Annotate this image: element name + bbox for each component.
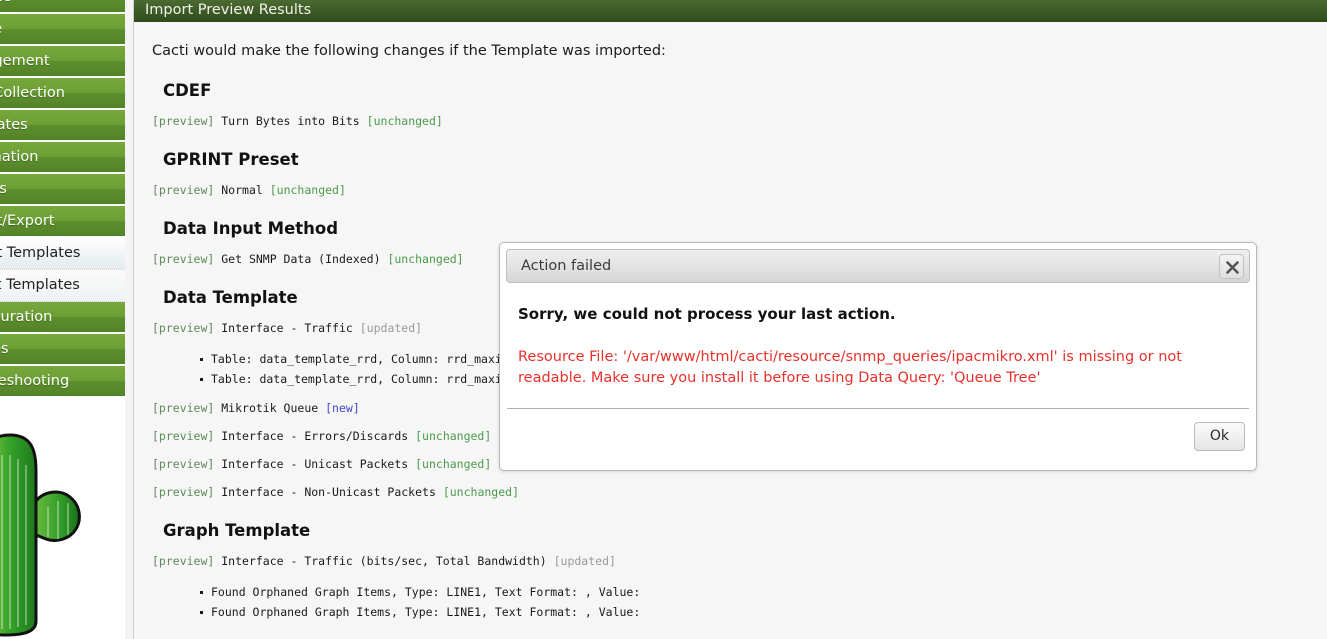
entry-name: Turn Bytes into Bits — [221, 114, 360, 128]
preview-tag: [preview] — [152, 457, 215, 471]
entry-name: Mikrotik Queue — [221, 401, 319, 415]
sidebar: ConsoleCreateManagementData CollectionTe… — [0, 0, 125, 639]
entry-name: Interface - Non-Unicast Packets — [221, 485, 436, 499]
status-badge: [updated] — [553, 554, 616, 568]
sidebar-item-templates[interactable]: Templates — [0, 110, 125, 142]
sidebar-item-import-templates[interactable]: Import Templates — [0, 238, 125, 270]
entry-name: Get SNMP Data (Indexed) — [221, 252, 381, 266]
sidebar-item-export-templates[interactable]: Export Templates — [0, 270, 125, 302]
close-x-glyph — [1226, 261, 1239, 274]
status-badge: [unchanged] — [269, 183, 346, 197]
entry-name: Interface - Errors/Discards — [221, 429, 409, 443]
entry-name: Interface - Traffic (bits/sec, Total Ban… — [221, 554, 547, 568]
preview-tag: [preview] — [152, 485, 215, 499]
intro-text: Cacti would make the following changes i… — [152, 43, 666, 59]
dialog-error-message: Resource File: '/var/www/html/cacti/reso… — [518, 349, 1182, 386]
app-root: ConsoleCreateManagementData CollectionTe… — [0, 0, 1327, 639]
sidebar-item-configuration[interactable]: Configuration — [0, 302, 125, 334]
section-heading: GPRINT Preset — [163, 150, 299, 169]
entry-name: Normal — [221, 183, 263, 197]
preview-entry: [preview] Normal [unchanged] — [152, 183, 1327, 197]
status-badge: [unchanged] — [415, 457, 492, 471]
sidebar-item-import-export[interactable]: Import/Export — [0, 206, 125, 238]
preview-tag: [preview] — [152, 321, 215, 335]
change-list: Found Orphaned Graph Items, Type: LINE1,… — [152, 582, 1327, 622]
entry-name: Interface - Traffic — [221, 321, 353, 335]
status-badge: [new] — [325, 401, 360, 415]
preview-entry: [preview] Interface - Non-Unicast Packet… — [152, 485, 1327, 499]
sidebar-nav: ConsoleCreateManagementData CollectionTe… — [0, 0, 125, 398]
sidebar-item-create[interactable]: Create — [0, 14, 125, 46]
list-item: Found Orphaned Graph Items, Type: LINE1,… — [200, 602, 1327, 622]
preview-entry: [preview] Interface - Traffic (bits/sec,… — [152, 554, 1327, 568]
ok-button[interactable]: Ok — [1193, 422, 1245, 451]
preview-tag: [preview] — [152, 401, 215, 415]
cacti-logo — [0, 409, 125, 639]
sidebar-item-management[interactable]: Management — [0, 46, 125, 78]
sidebar-item-automation[interactable]: Automation — [0, 142, 125, 174]
dialog-title: Action failed — [521, 258, 612, 274]
status-badge: [unchanged] — [415, 429, 492, 443]
dialog-heading: Sorry, we could not process your last ac… — [518, 305, 896, 323]
section-heading: Data Input Method — [163, 219, 339, 238]
entry-name: Interface - Unicast Packets — [221, 457, 409, 471]
sidebar-item-utilities[interactable]: Utilities — [0, 334, 125, 366]
sidebar-item-troubleshooting[interactable]: Troubleshooting — [0, 366, 125, 398]
dialog-body: Sorry, we could not process your last ac… — [500, 283, 1256, 389]
action-failed-dialog: Action failed Sorry, we could not proces… — [499, 242, 1257, 471]
sidebar-item-presets[interactable]: Presets — [0, 174, 125, 206]
close-icon[interactable] — [1219, 254, 1244, 279]
preview-tag: [preview] — [152, 429, 215, 443]
section-heading: CDEF — [163, 81, 212, 100]
sidebar-item-data-collection[interactable]: Data Collection — [0, 78, 125, 110]
status-badge: [unchanged] — [387, 252, 464, 266]
dialog-titlebar: Action failed — [506, 249, 1250, 283]
cactus-icon — [0, 433, 81, 637]
dialog-footer: Ok — [500, 409, 1256, 470]
preview-tag: [preview] — [152, 252, 215, 266]
status-badge: [unchanged] — [442, 485, 519, 499]
preview-entry: [preview] Turn Bytes into Bits [unchange… — [152, 114, 1327, 128]
preview-tag: [preview] — [152, 114, 215, 128]
page-title: Import Preview Results — [134, 0, 1327, 22]
section-heading: Graph Template — [163, 521, 311, 540]
preview-tag: [preview] — [152, 554, 215, 568]
list-item: Found Orphaned Graph Items, Type: LINE1,… — [200, 582, 1327, 602]
sidebar-item-console[interactable]: Console — [0, 0, 125, 14]
preview-tag: [preview] — [152, 183, 215, 197]
status-badge: [updated] — [359, 321, 423, 335]
status-badge: [unchanged] — [366, 114, 443, 128]
